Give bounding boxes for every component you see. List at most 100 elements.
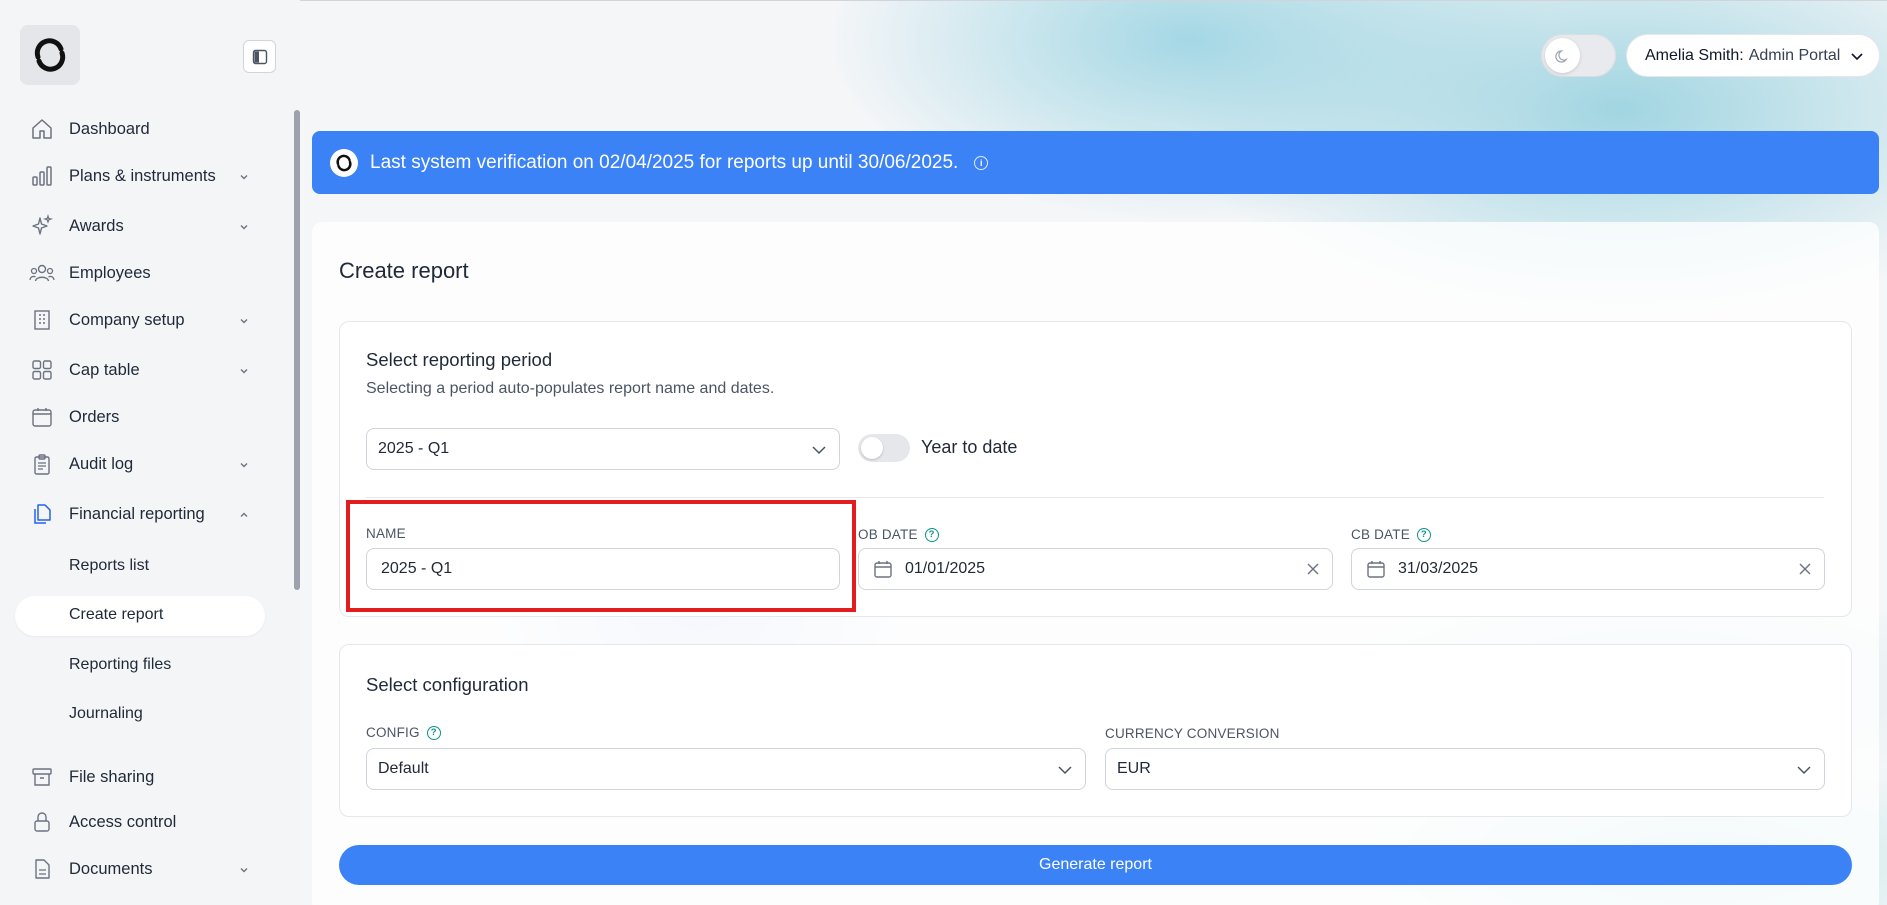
clear-icon[interactable] (1798, 562, 1812, 581)
clear-icon[interactable] (1306, 562, 1320, 581)
sidebar-item-awards[interactable]: Awards (28, 210, 258, 242)
sidebar-scrollbar[interactable] (294, 110, 300, 590)
config-label-text: CONFIG (366, 725, 420, 740)
chevron-down-icon (811, 442, 827, 463)
sidebar-item-dashboard[interactable]: Dashboard (28, 113, 258, 145)
home-icon (28, 116, 56, 142)
ob-date-input[interactable]: 01/01/2025 (858, 548, 1333, 590)
reporting-period-subtitle: Selecting a period auto-populates report… (366, 380, 775, 397)
sidebar: Dashboard Plans & instruments Awards Emp… (0, 0, 300, 905)
page-title: Create report (339, 258, 469, 283)
configuration-title: Select configuration (366, 674, 529, 695)
documents-icon (28, 501, 56, 527)
sidebar-toggle-icon (252, 49, 267, 64)
portal-name: Admin Portal (1748, 46, 1841, 64)
ob-date-value: 01/01/2025 (905, 560, 986, 577)
help-icon[interactable]: ? (426, 725, 441, 740)
sidebar-item-label: Documents (69, 859, 153, 878)
help-icon[interactable]: ? (924, 527, 939, 542)
theme-toggle[interactable] (1541, 34, 1616, 77)
chevron-down-icon (238, 169, 250, 188)
chevron-down-icon (238, 363, 250, 382)
cb-date-value: 31/03/2025 (1398, 560, 1479, 577)
info-icon[interactable]: i (974, 155, 989, 170)
sidebar-item-orders[interactable]: Orders (28, 401, 258, 433)
clipboard-icon (28, 451, 56, 477)
toggle-knob (861, 437, 883, 459)
sidebar-item-label: Employees (69, 263, 151, 282)
config-label: CONFIG? (366, 725, 441, 740)
cb-date-label: CB DATE? (1351, 527, 1431, 542)
sidebar-item-financial-reporting[interactable]: Financial reporting (28, 498, 258, 530)
moon-icon (1545, 38, 1580, 73)
sidebar-item-audit-log[interactable]: Audit log (28, 448, 258, 480)
grid-icon (28, 357, 56, 383)
reporting-period-title: Select reporting period (366, 349, 553, 370)
currency-select[interactable]: EUR (1105, 748, 1825, 790)
sidebar-item-company-setup[interactable]: Company setup (28, 304, 258, 336)
user-name: Amelia Smith: (1645, 46, 1744, 64)
period-select[interactable]: 2025 - Q1 (366, 428, 840, 470)
generate-report-button[interactable]: Generate report (339, 845, 1852, 885)
chevron-down-icon (1796, 762, 1812, 783)
sidebar-item-plans[interactable]: Plans & instruments (28, 160, 258, 192)
sidebar-item-label: Cap table (69, 360, 140, 379)
sidebar-subitem-create-report[interactable]: Create report (69, 600, 163, 630)
sparkle-icon (28, 213, 56, 239)
sidebar-item-label: Financial reporting (69, 504, 205, 523)
ob-date-label: OB DATE? (858, 527, 939, 542)
name-field-highlight (346, 500, 856, 612)
bar-chart-icon (28, 163, 56, 189)
sidebar-item-access-control[interactable]: Access control (28, 806, 258, 838)
sidebar-item-employees[interactable]: Employees (28, 257, 258, 289)
sidebar-item-documents[interactable]: Documents (28, 853, 258, 885)
period-select-value: 2025 - Q1 (378, 440, 450, 457)
sidebar-item-label: File sharing (69, 767, 155, 786)
sidebar-collapse-button[interactable] (243, 40, 276, 73)
year-to-date-toggle[interactable] (858, 434, 910, 462)
chevron-down-icon (238, 219, 250, 238)
verification-banner: Last system verification on 02/04/2025 f… (312, 131, 1879, 194)
sidebar-subitem-reports-list[interactable]: Reports list (69, 551, 149, 581)
archive-icon (28, 764, 56, 790)
app-logo[interactable] (20, 25, 80, 85)
calendar-icon (28, 404, 56, 430)
file-icon (28, 856, 56, 882)
cb-date-label-text: CB DATE (1351, 527, 1410, 542)
sidebar-item-label: Audit log (69, 454, 134, 473)
config-select-value: Default (378, 760, 429, 777)
building-icon (28, 307, 56, 333)
calendar-icon (873, 559, 893, 579)
config-select[interactable]: Default (366, 748, 1086, 790)
logo-icon (34, 38, 66, 72)
sidebar-item-label: Dashboard (69, 119, 150, 138)
chevron-down-icon (238, 313, 250, 332)
calendar-icon (1366, 559, 1386, 579)
currency-label: CURRENCY CONVERSION (1105, 726, 1280, 741)
sidebar-item-label: Plans & instruments (69, 166, 216, 185)
currency-label-text: CURRENCY CONVERSION (1105, 726, 1280, 741)
cb-date-input[interactable]: 31/03/2025 (1351, 548, 1825, 590)
configuration-section (339, 644, 1852, 817)
sidebar-subitem-reporting-files[interactable]: Reporting files (69, 650, 171, 680)
users-icon (28, 260, 56, 286)
lock-icon (28, 809, 56, 835)
sidebar-subitem-journaling[interactable]: Journaling (69, 699, 143, 729)
sidebar-item-file-sharing[interactable]: File sharing (28, 761, 258, 793)
help-icon[interactable]: ? (1416, 527, 1431, 542)
year-to-date-label: Year to date (921, 437, 1018, 457)
chevron-up-icon (238, 507, 250, 526)
currency-select-value: EUR (1117, 760, 1151, 777)
banner-text: Last system verification on 02/04/2025 f… (370, 151, 959, 173)
chevron-down-icon (238, 457, 250, 476)
chevron-down-icon (1849, 48, 1865, 69)
section-divider (366, 497, 1824, 498)
user-menu[interactable]: Amelia Smith: Admin Portal (1626, 34, 1880, 77)
sidebar-item-label: Awards (69, 216, 124, 235)
sidebar-item-label: Company setup (69, 310, 185, 329)
chevron-down-icon (1057, 762, 1073, 783)
sidebar-item-label: Orders (69, 407, 120, 426)
logo-icon (330, 148, 358, 177)
ob-date-label-text: OB DATE (858, 527, 918, 542)
sidebar-item-cap-table[interactable]: Cap table (28, 354, 258, 386)
